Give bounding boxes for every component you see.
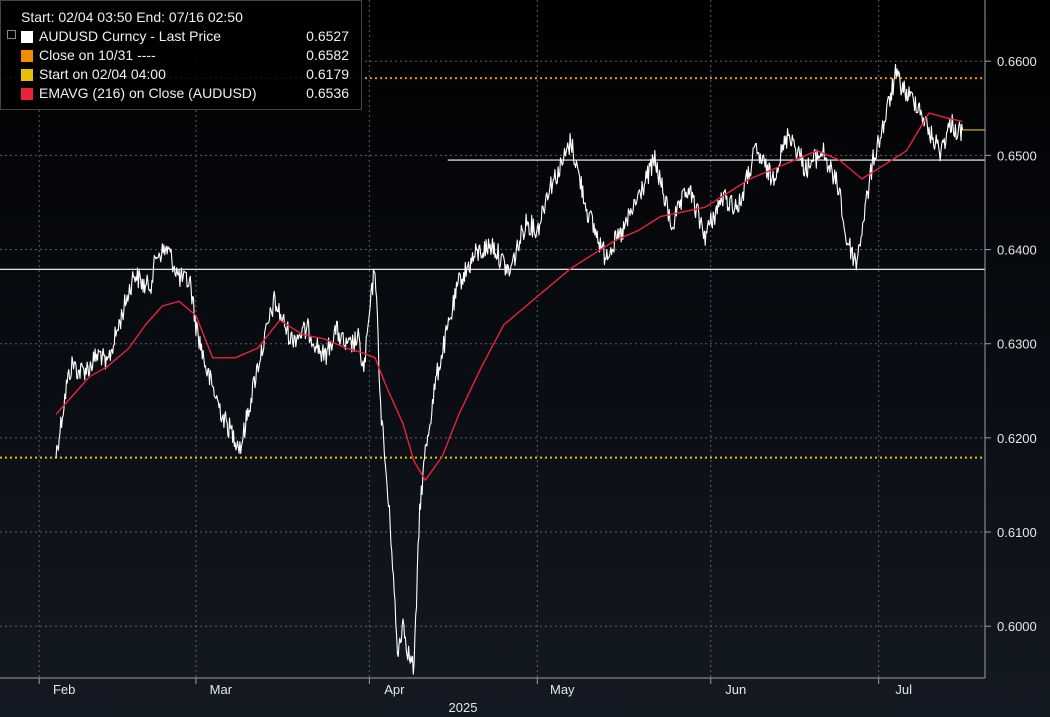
collapse-toggle-icon[interactable] bbox=[7, 30, 16, 39]
legend-item-value: 0.6536 bbox=[306, 85, 349, 101]
x-tick-label: Feb bbox=[53, 682, 75, 697]
color-swatch-icon bbox=[21, 50, 33, 62]
x-tick-label: Jul bbox=[895, 682, 912, 697]
legend-item-value: 0.6527 bbox=[306, 28, 349, 44]
start-label: Start: bbox=[21, 9, 55, 25]
legend-item-name: Start on 02/04 04:00 bbox=[39, 66, 166, 82]
x-tick-label: Apr bbox=[384, 682, 405, 697]
y-tick-label: 0.6500 bbox=[997, 148, 1037, 163]
end-value: 07/16 02:50 bbox=[168, 9, 243, 25]
legend-item-name: EMAVG (216) on Close (AUDUSD) bbox=[39, 85, 257, 101]
chart-container: 0.6000 0.6100 0.6200 0.6300 0.6400 0.6500 0.66… bbox=[0, 0, 1050, 717]
y-tick-label: 0.6100 bbox=[997, 525, 1037, 540]
year-label: 2025 bbox=[449, 700, 478, 715]
legend-item-start-02-04[interactable]: Start on 02/04 04:00 0.6179 bbox=[7, 65, 355, 84]
x-tick-label: Jun bbox=[725, 682, 746, 697]
y-tick-label: 0.6200 bbox=[997, 431, 1037, 446]
color-swatch-icon bbox=[21, 88, 33, 100]
x-tick-label: May bbox=[550, 682, 575, 697]
end-label: End: bbox=[136, 9, 166, 25]
legend-item-last-price[interactable]: AUDUSD Curncy - Last Price 0.6527 bbox=[7, 27, 355, 46]
y-tick-label: 0.6600 bbox=[997, 54, 1037, 69]
y-tick-label: 0.6400 bbox=[997, 243, 1037, 258]
legend-header: Start: 02/04 03:50 End: 07/16 02:50 bbox=[7, 7, 355, 27]
color-swatch-icon bbox=[21, 31, 33, 43]
y-tick-label: 0.6300 bbox=[997, 337, 1037, 352]
y-tick-label: 0.6000 bbox=[997, 619, 1037, 634]
legend-item-value: 0.6179 bbox=[306, 66, 349, 82]
legend-item-value: 0.6582 bbox=[306, 47, 349, 63]
start-value: 02/04 03:50 bbox=[58, 9, 133, 25]
legend-item-name: AUDUSD Curncy - Last Price bbox=[39, 28, 222, 44]
reference-lines bbox=[0, 77, 985, 459]
legend-item-name: Close on 10/31 ---- bbox=[39, 47, 156, 63]
x-tick-label: Mar bbox=[210, 682, 233, 697]
legend-item-close-10-31[interactable]: Close on 10/31 ---- 0.6582 bbox=[7, 46, 355, 65]
legend-box: Start: 02/04 03:50 End: 07/16 02:50 AUDU… bbox=[0, 0, 362, 110]
color-swatch-icon bbox=[21, 69, 33, 81]
legend-item-emavg[interactable]: EMAVG (216) on Close (AUDUSD) 0.6536 bbox=[7, 84, 355, 103]
